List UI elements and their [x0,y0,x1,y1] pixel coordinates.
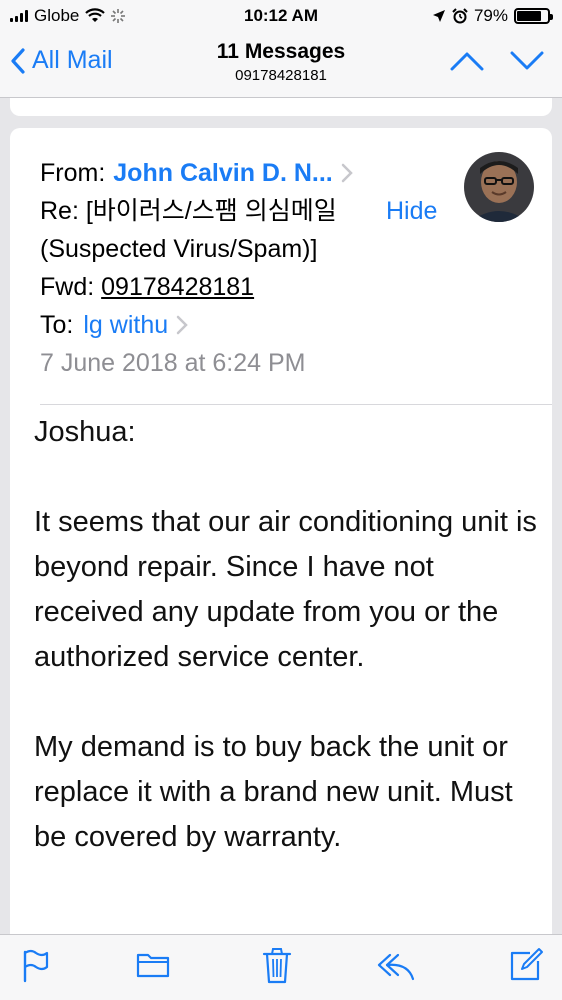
bottom-toolbar [0,934,562,1000]
nav-arrows [450,50,544,72]
flag-icon[interactable] [22,949,50,983]
chevron-down-icon[interactable] [510,50,544,72]
message-body: Joshua: It seems that our air conditioni… [34,410,539,905]
alarm-icon [452,8,468,24]
status-bar: Globe 10:12 AM 79% [0,0,562,32]
chevron-up-icon[interactable] [450,50,484,72]
folder-icon[interactable] [136,949,170,979]
fwd-label: Fwd: [40,273,95,301]
header-divider [40,404,552,405]
body-paragraph: My demand is to buy back the unit or rep… [34,731,513,853]
nav-bar: All Mail 11 Messages 09178428181 [0,32,562,98]
from-row: From: John Calvin D. N... [40,154,460,192]
previous-message-card[interactable] [10,98,552,116]
to-row: To: lg withu [40,306,460,344]
fwd-row: Fwd: 09178428181 [40,268,460,306]
chevron-right-icon [176,315,188,335]
message-header: From: John Calvin D. N... Re: [바이러스/스팸 의… [40,154,460,382]
subject-line-2: (Suspected Virus/Spam)] [40,235,318,263]
chevron-right-icon [341,163,353,183]
from-label: From: [40,159,106,187]
subject-row: Re: [바이러스/스팸 의심메일 Hide [40,192,460,230]
message-card: From: John Calvin D. N... Re: [바이러스/스팸 의… [10,128,552,948]
sender-name[interactable]: John Calvin D. N... [113,154,332,192]
hide-details-button[interactable]: Hide [386,192,437,230]
subject-line-1: Re: [바이러스/스팸 의심메일 [40,197,337,225]
location-icon [432,10,445,22]
compose-icon[interactable] [508,947,544,983]
recipient-name[interactable]: lg withu [83,306,168,344]
fwd-phone-link[interactable]: 09178428181 [101,273,254,301]
to-label: To: [40,311,74,339]
battery-icon [514,8,553,24]
battery-percent: 79% [473,6,508,25]
status-right: 79% [432,6,553,26]
body-paragraph: Joshua: [34,416,136,448]
battery-fill [517,11,541,21]
body-paragraph: It seems that our air conditioning unit … [34,506,537,673]
avatar-photo [464,152,534,222]
avatar[interactable] [464,152,534,222]
trash-icon[interactable] [262,947,292,985]
message-date: 7 June 2018 at 6:24 PM [40,349,306,377]
reply-icon[interactable] [376,951,416,981]
